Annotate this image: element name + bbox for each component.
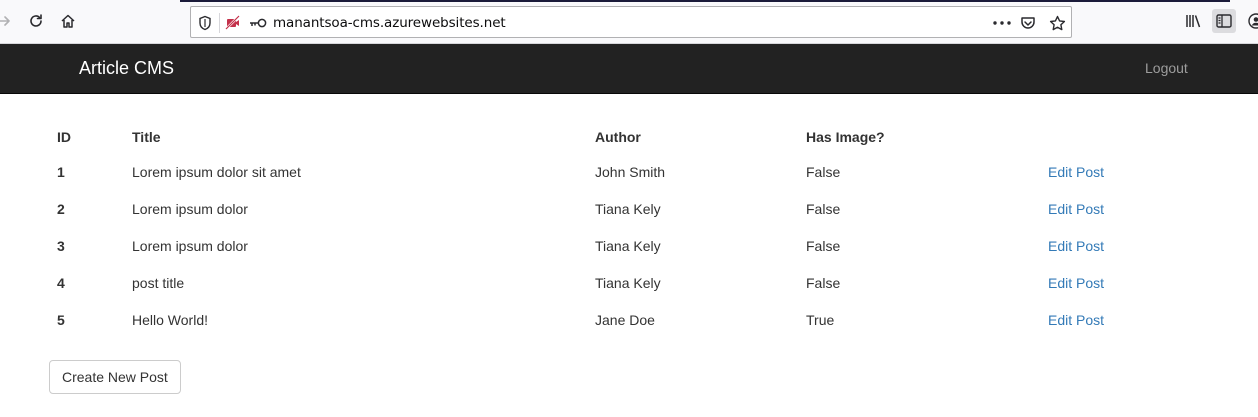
tab-strip-edge — [180, 0, 1230, 2]
brand-link[interactable]: Article CMS — [79, 58, 174, 79]
edit-post-link[interactable]: Edit Post — [1048, 201, 1104, 217]
edit-post-link[interactable]: Edit Post — [1048, 238, 1104, 254]
cell-author: Tiana Kely — [595, 201, 661, 217]
cell-author: John Smith — [595, 164, 666, 180]
header-author: Author — [595, 129, 641, 145]
cell-title: post title — [132, 275, 185, 291]
forward-icon[interactable] — [0, 9, 16, 33]
cell-id: 1 — [57, 164, 65, 180]
edit-post-link[interactable]: Edit Post — [1048, 312, 1104, 328]
header-id: ID — [57, 129, 71, 145]
cell-author: Tiana Kely — [595, 275, 661, 291]
cell-has-image: False — [806, 201, 841, 217]
library-icon[interactable] — [1182, 9, 1206, 33]
header-has-image: Has Image? — [806, 129, 885, 145]
table-row: 2 Lorem ipsum dolor Tiana Kely False Edi… — [45, 191, 1225, 228]
cell-id: 3 — [57, 238, 65, 254]
create-new-post-button[interactable]: Create New Post — [49, 360, 181, 394]
shield-icon[interactable] — [196, 14, 214, 32]
cell-has-image: False — [806, 164, 841, 180]
url-text[interactable]: manantsoa-cms.azurewebsites.net — [273, 15, 506, 31]
header-title: Title — [132, 129, 161, 145]
cell-author: Jane Doe — [595, 312, 655, 328]
table-row: 5 Hello World! Jane Doe True Edit Post — [45, 302, 1225, 339]
cell-has-image: False — [806, 238, 841, 254]
cell-title: Lorem ipsum dolor — [132, 238, 248, 254]
table-header-row: ID Title Author Has Image? — [45, 116, 1225, 154]
url-separator — [219, 13, 220, 33]
cell-id: 2 — [57, 201, 65, 217]
cell-title: Hello World! — [132, 312, 208, 328]
pocket-icon[interactable] — [1019, 14, 1037, 32]
table-row: 1 Lorem ipsum dolor sit amet John Smith … — [45, 154, 1225, 191]
cell-has-image: True — [806, 312, 835, 328]
address-bar[interactable]: manantsoa-cms.azurewebsites.net — [190, 6, 1072, 38]
reload-icon[interactable] — [24, 9, 48, 33]
browser-toolbar: manantsoa-cms.azurewebsites.net — [0, 0, 1258, 44]
bookmark-star-icon[interactable] — [1048, 14, 1066, 32]
table-row: 4 post title Tiana Kely False Edit Post — [45, 265, 1225, 302]
no-camera-icon[interactable] — [224, 14, 242, 32]
edit-post-link[interactable]: Edit Post — [1048, 275, 1104, 291]
account-icon[interactable] — [1244, 9, 1258, 33]
cell-title: Lorem ipsum dolor — [132, 201, 248, 217]
logout-link[interactable]: Logout — [1145, 60, 1188, 76]
home-icon[interactable] — [56, 9, 80, 33]
key-icon[interactable] — [247, 14, 269, 32]
more-icon[interactable] — [991, 14, 1013, 32]
cell-author: Tiana Kely — [595, 238, 661, 254]
table-row: 3 Lorem ipsum dolor Tiana Kely False Edi… — [45, 228, 1225, 265]
edit-post-link[interactable]: Edit Post — [1048, 164, 1104, 180]
app-navbar: Article CMS Logout — [0, 44, 1258, 94]
sidebar-icon[interactable] — [1212, 9, 1236, 33]
cell-id: 4 — [57, 275, 65, 291]
cell-id: 5 — [57, 312, 65, 328]
cell-has-image: False — [806, 275, 841, 291]
cell-title: Lorem ipsum dolor sit amet — [132, 164, 301, 180]
